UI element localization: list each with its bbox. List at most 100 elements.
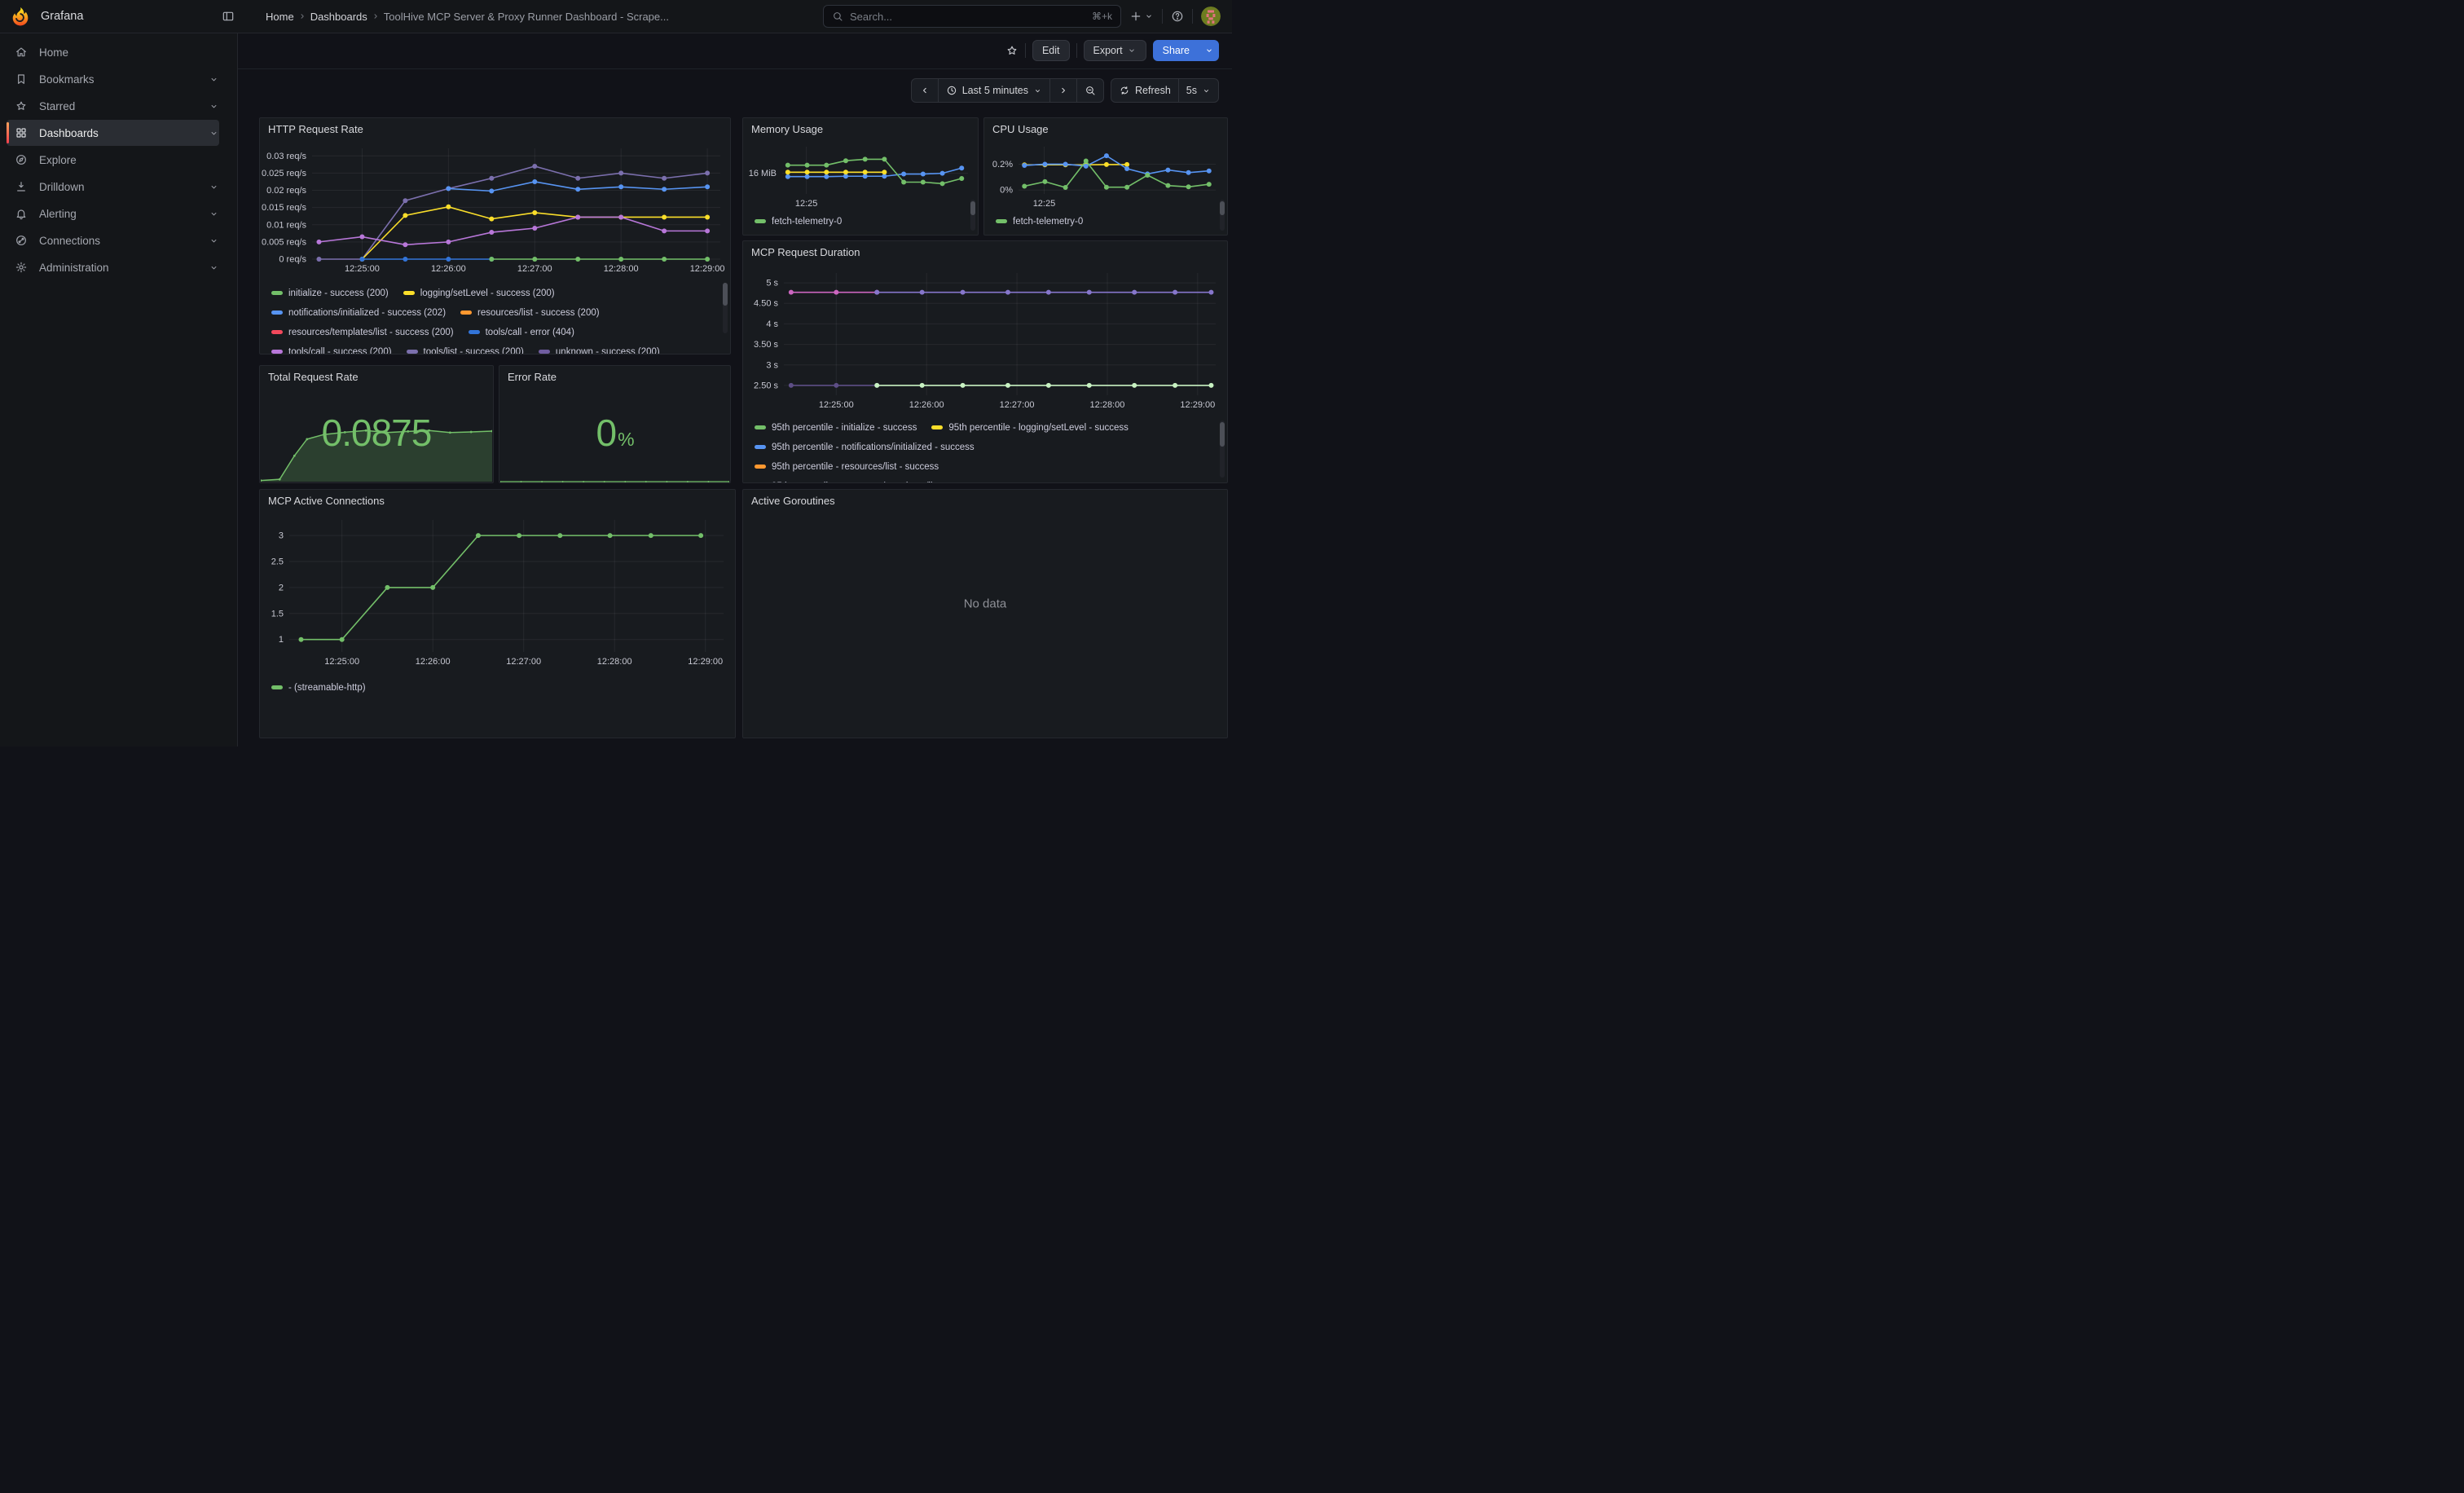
share-menu-button[interactable] (1199, 40, 1219, 61)
legend-item[interactable]: 95th percentile - resources/templates/li… (755, 480, 982, 483)
help-button[interactable] (1171, 10, 1184, 23)
mcp-active-connections-legend: - (streamable-http) (260, 673, 735, 706)
share-button[interactable]: Share (1153, 40, 1199, 61)
legend-item[interactable]: 95th percentile - logging/setLevel - suc… (931, 421, 1129, 434)
panel-cpu-usage: CPU Usage 0.2%0%12:25 fetch-telemetry-0 (983, 117, 1228, 236)
legend-item[interactable]: tools/call - success (200) (271, 346, 392, 355)
star-icon[interactable] (1005, 44, 1019, 57)
svg-text:12:25:00: 12:25:00 (324, 657, 359, 667)
sidebar-toggle-icon[interactable] (222, 10, 235, 23)
panel-mcp-request-duration: MCP Request Duration 5 s4.50 s4 s3.50 s3… (742, 240, 1228, 483)
breadcrumb: Home Dashboards ToolHive MCP Server & Pr… (266, 11, 669, 23)
sidebar-item-label: Administration (39, 262, 109, 274)
search-icon (832, 11, 843, 22)
legend-item[interactable]: tools/call - error (404) (469, 326, 574, 338)
panel-title[interactable]: Error Rate (499, 366, 730, 386)
mcp-active-connections-chart[interactable]: 11.522.5312:25:0012:26:0012:27:0012:28:0… (262, 510, 733, 673)
memory-usage-chart[interactable]: 16 MiB12:25 (745, 139, 976, 210)
dashboard-header: Edit Export Share (1005, 39, 1219, 62)
export-button[interactable]: Export (1084, 40, 1146, 61)
panel-title[interactable]: Active Goroutines (743, 490, 1227, 510)
link-icon (15, 234, 28, 247)
svg-text:0.005 req/s: 0.005 req/s (262, 237, 306, 247)
legend-item[interactable]: 95th percentile - notifications/initiali… (755, 441, 975, 453)
plus-icon (1129, 10, 1142, 23)
time-back-button[interactable] (911, 78, 939, 103)
panel-http-request-rate: HTTP Request Rate 0 req/s0.005 req/s0.01… (259, 117, 731, 355)
clock-icon (946, 85, 957, 96)
grafana-logo-icon[interactable] (10, 6, 31, 27)
legend-scrollbar[interactable] (1220, 421, 1225, 478)
dashboard-main: Edit Export Share Last 5 minutes Refres (238, 33, 1232, 746)
user-avatar[interactable] (1201, 7, 1221, 26)
breadcrumb-current: ToolHive MCP Server & Proxy Runner Dashb… (384, 11, 669, 23)
time-range-picker[interactable]: Last 5 minutes (938, 78, 1050, 103)
panel-title[interactable]: Memory Usage (743, 118, 978, 139)
svg-text:12:28:00: 12:28:00 (604, 264, 639, 274)
sidebar-item-administration[interactable]: Administration (7, 254, 219, 280)
sidebar-item-dashboards[interactable]: Dashboards (7, 120, 219, 146)
sidebar-item-home[interactable]: Home (7, 39, 219, 65)
legend-item[interactable]: initialize - success (200) (271, 287, 389, 299)
panel-title[interactable]: MCP Active Connections (260, 490, 735, 510)
legend-item[interactable]: - (streamable-http) (271, 681, 366, 694)
svg-text:12:27:00: 12:27:00 (517, 264, 552, 274)
time-forward-button[interactable] (1049, 78, 1077, 103)
panel-title[interactable]: CPU Usage (984, 118, 1227, 139)
legend-item[interactable]: 95th percentile - initialize - success (755, 421, 917, 434)
no-data-message: No data (743, 597, 1227, 610)
add-button[interactable] (1129, 10, 1154, 23)
legend-scrollbar[interactable] (1220, 200, 1225, 231)
divider (1162, 9, 1163, 24)
panel-title[interactable]: HTTP Request Rate (260, 118, 730, 139)
legend-item[interactable]: resources/list - success (200) (460, 306, 600, 319)
stat-value: 0% (499, 411, 730, 455)
sidebar-item-alerting[interactable]: Alerting (7, 200, 219, 227)
legend-scrollbar[interactable] (723, 283, 728, 333)
legend-item[interactable]: notifications/initialized - success (202… (271, 306, 446, 319)
zoom-out-button[interactable] (1076, 78, 1104, 103)
sidebar-item-explore[interactable]: Explore (7, 147, 219, 173)
chevron-down-icon (209, 101, 219, 112)
panel-title[interactable]: Total Request Rate (260, 366, 493, 386)
star-icon (15, 99, 28, 112)
svg-text:5 s: 5 s (766, 279, 778, 288)
sidebar-item-connections[interactable]: Connections (7, 227, 219, 253)
breadcrumb-home[interactable]: Home (266, 11, 294, 23)
sidebar-list: Home Bookmarks Starred DashboardsExploreDri… (0, 39, 237, 280)
svg-text:12:27:00: 12:27:00 (506, 657, 541, 667)
legend-item[interactable]: tools/list - success (200) (407, 346, 524, 355)
mcp-request-duration-chart[interactable]: 5 s4.50 s4 s3.50 s3 s2.50 s12:25:0012:26… (745, 262, 1225, 416)
legend-item[interactable]: resources/templates/list - success (200) (271, 326, 454, 338)
mcp-request-duration-legend: 95th percentile - initialize - success 95… (743, 416, 1227, 483)
cpu-usage-chart[interactable]: 0.2%0%12:25 (986, 139, 1225, 210)
svg-text:0.2%: 0.2% (992, 160, 1013, 170)
chart-svg: 11.522.5312:25:0012:26:0012:27:0012:28:0… (262, 510, 733, 673)
search-input[interactable]: Search... ⌘+k (823, 5, 1121, 28)
drilldown-icon (15, 180, 28, 193)
chart-svg: 0.2%0%12:25 (986, 139, 1225, 210)
refresh-interval-picker[interactable]: 5s (1178, 78, 1219, 103)
legend-item[interactable]: 95th percentile - resources/list - succe… (755, 460, 939, 473)
http-request-rate-chart[interactable]: 0 req/s0.005 req/s0.01 req/s0.015 req/s0… (262, 139, 728, 279)
sidebar-item-label: Home (39, 46, 68, 59)
svg-text:12:29:00: 12:29:00 (1180, 400, 1215, 410)
legend-item[interactable]: logging/setLevel - success (200) (403, 287, 555, 299)
svg-text:4.50 s: 4.50 s (754, 299, 778, 309)
breadcrumb-dashboards[interactable]: Dashboards (310, 11, 367, 23)
legend-item[interactable]: fetch-telemetry-0 (755, 215, 842, 227)
sidebar-item-starred[interactable]: Starred (7, 93, 219, 119)
legend-item[interactable]: unknown - success (200) (539, 346, 660, 355)
legend-scrollbar[interactable] (970, 200, 975, 231)
divider (1076, 43, 1077, 58)
legend-item[interactable]: fetch-telemetry-0 (996, 215, 1083, 227)
svg-text:16 MiB: 16 MiB (749, 169, 777, 178)
panel-title[interactable]: MCP Request Duration (743, 241, 1227, 262)
refresh-button[interactable]: Refresh (1111, 78, 1179, 103)
svg-text:4 s: 4 s (766, 319, 778, 329)
edit-button[interactable]: Edit (1032, 40, 1070, 61)
sidebar-item-bookmarks[interactable]: Bookmarks (7, 66, 219, 92)
sidebar-item-drilldown[interactable]: Drilldown (7, 174, 219, 200)
sidebar-item-label: Starred (39, 100, 75, 112)
divider (1192, 9, 1193, 24)
